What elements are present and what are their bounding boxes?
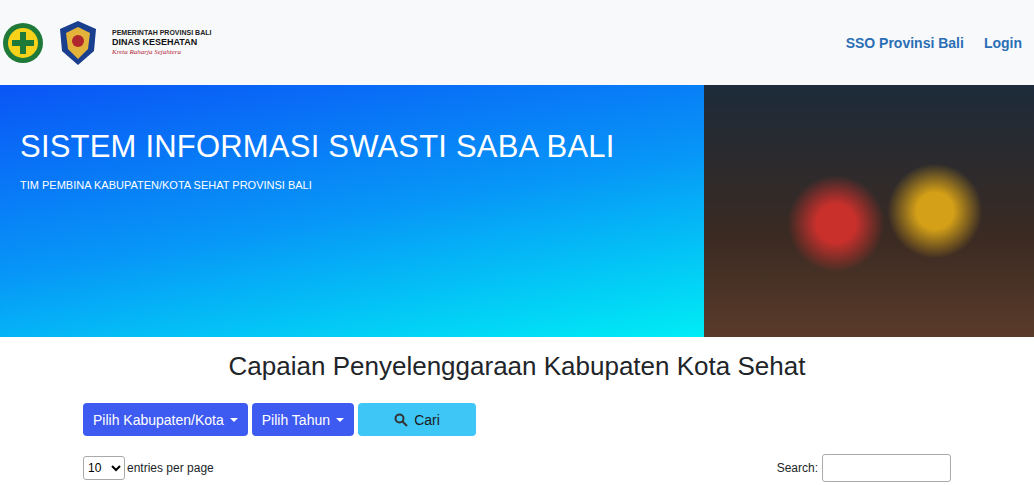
hero-photo [704, 85, 1034, 337]
hero-text: SISTEM INFORMASI SWASTI SABA BALI TIM PEM… [0, 85, 704, 337]
dropdown-button[interactable]: Pilih Kabupaten/Kota [83, 403, 248, 436]
bali-crest-icon [56, 19, 100, 67]
health-logo-icon [2, 20, 44, 66]
brand-text: PEMERINTAH PROVINSI BALIDINAS KESEHATANK… [112, 29, 211, 55]
caret-icon [230, 418, 238, 422]
brand: PEMERINTAH PROVINSI BALIDINAS KESEHATANK… [2, 19, 211, 67]
search-button[interactable]: Cari [358, 403, 476, 436]
filter-bar: Pilih Kabupaten/KotaPilih TahunCari [83, 403, 951, 436]
search-input[interactable] [822, 454, 951, 482]
caret-icon [336, 418, 344, 422]
magnifier-icon [394, 413, 408, 427]
top-navbar: PEMERINTAH PROVINSI BALIDINAS KESEHATANK… [0, 0, 1034, 85]
table-search: Search: [777, 454, 951, 482]
content: Capaian Penyelenggaraan Kabupaten Kota S… [0, 351, 1034, 482]
hero-title: SISTEM INFORMASI SWASTI SABA BALI [20, 129, 684, 165]
tagline: Kreta Raharja Sejahtera [112, 48, 211, 56]
nav: SSO Provinsi Bali Login [846, 35, 1022, 51]
agency-line: PEMERINTAH PROVINSI BALI [112, 29, 211, 37]
page-heading: Capaian Penyelenggaraan Kabupaten Kota S… [83, 351, 951, 382]
hero-banner: SISTEM INFORMASI SWASTI SABA BALI TIM PEM… [0, 85, 1034, 337]
dropdown-button[interactable]: Pilih Tahun [252, 403, 354, 436]
department-name: DINAS KESEHATAN [112, 37, 211, 47]
nav-link[interactable]: SSO Provinsi Bali [846, 35, 964, 51]
page-size: 10entries per page [83, 456, 214, 480]
nav-link[interactable]: Login [984, 35, 1022, 51]
table-controls: 10entries per page Search: [83, 454, 951, 482]
page-size-select[interactable]: 10 [83, 456, 125, 480]
hero-subtitle: TIM PEMBINA KABUPATEN/KOTA SEHAT PROVINS… [20, 179, 684, 191]
